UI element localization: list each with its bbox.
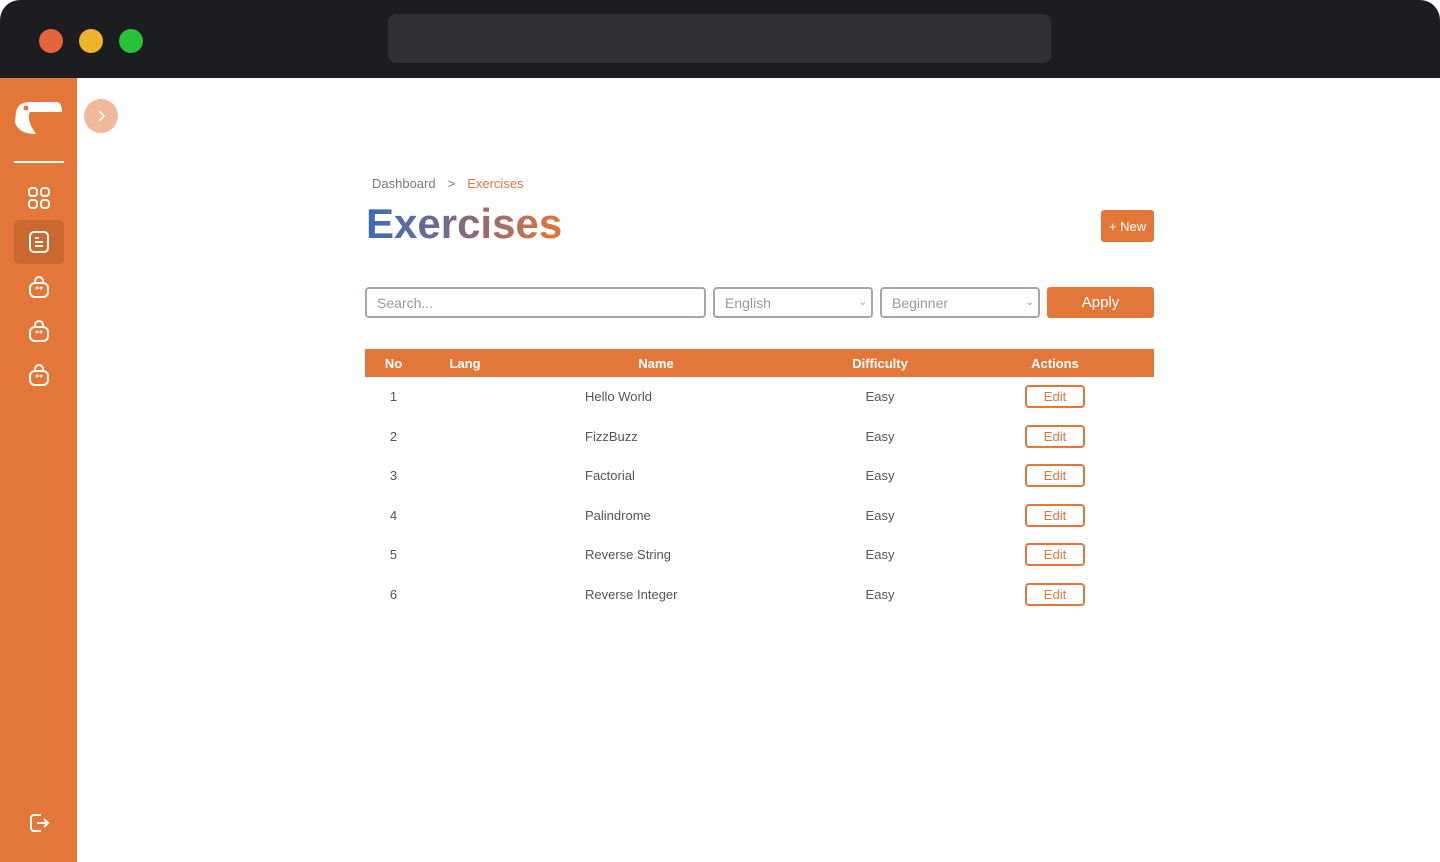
language-select[interactable]: English ⌄	[713, 287, 873, 318]
address-bar[interactable]	[388, 14, 1051, 63]
cell-difficulty: Easy	[865, 468, 895, 484]
cell-actions: Edit	[956, 575, 1154, 615]
breadcrumb-dashboard[interactable]: Dashboard	[372, 176, 436, 191]
chevron-down-icon: ⌄	[858, 297, 867, 308]
bag-icon	[29, 364, 49, 386]
cell-name: Hello World	[585, 389, 652, 405]
sidebar-expand-button[interactable]	[84, 99, 118, 133]
search-placeholder: Search...	[377, 294, 434, 311]
edit-button[interactable]: Edit	[1025, 424, 1085, 448]
logout-button[interactable]	[14, 801, 64, 845]
maximize-window-button[interactable]	[119, 29, 143, 53]
edit-button[interactable]: Edit	[1025, 543, 1085, 567]
cell-name: FizzBuzz	[585, 428, 638, 444]
cell-lang	[422, 575, 508, 615]
sidebar-item-bag-3[interactable]	[14, 353, 64, 397]
bag-icon	[29, 276, 49, 298]
cell-no: 6	[389, 586, 398, 602]
table-row: 1 Hello World Easy Edit	[365, 377, 1154, 417]
cell-name: Factorial	[585, 468, 635, 484]
sidebar-divider	[14, 161, 64, 163]
breadcrumb-separator: >	[447, 176, 456, 191]
table-row: 5 Reverse String Easy Edit	[365, 535, 1154, 575]
cell-name: Reverse String	[585, 547, 671, 563]
chevron-right-icon	[98, 110, 106, 122]
cell-name: Palindrome	[585, 507, 651, 523]
header-name: Name	[508, 349, 804, 377]
page-title: Exercises	[366, 200, 563, 247]
edit-button[interactable]: Edit	[1025, 385, 1085, 409]
table-row: 3 Factorial Easy Edit	[365, 456, 1154, 496]
cell-actions: Edit	[956, 377, 1154, 417]
cell-actions: Edit	[956, 535, 1154, 575]
search-input[interactable]: Search...	[365, 287, 706, 318]
cell-difficulty: Easy	[865, 389, 895, 405]
new-exercise-button[interactable]: + New	[1101, 210, 1154, 242]
sidebar-item-bag-1[interactable]	[14, 265, 64, 309]
cell-no: 4	[389, 507, 398, 523]
apply-button[interactable]: Apply	[1047, 287, 1154, 318]
sidebar-item-exercises[interactable]	[14, 220, 64, 264]
breadcrumb: Dashboard > Exercises	[372, 176, 524, 191]
minimize-window-button[interactable]	[79, 29, 103, 53]
table-row: 6 Reverse Integer Easy Edit	[365, 575, 1154, 615]
cell-lang	[422, 377, 508, 417]
difficulty-select[interactable]: Beginner ⌄	[880, 287, 1040, 318]
language-value: English	[725, 294, 771, 311]
document-icon	[29, 231, 49, 253]
sidebar-item-bag-2[interactable]	[14, 309, 64, 353]
cell-actions: Edit	[956, 456, 1154, 496]
cell-lang	[422, 496, 508, 536]
cell-no: 1	[389, 389, 398, 405]
chevron-down-icon: ⌄	[1025, 297, 1034, 308]
table-row: 4 Palindrome Easy Edit	[365, 496, 1154, 536]
bag-icon	[29, 320, 49, 342]
grid-icon	[28, 187, 50, 209]
header-actions: Actions	[956, 349, 1154, 377]
sidebar-item-dashboard[interactable]	[14, 176, 64, 220]
difficulty-value: Beginner	[892, 294, 949, 311]
cell-difficulty: Easy	[865, 507, 895, 523]
cell-difficulty: Easy	[865, 547, 895, 563]
cell-difficulty: Easy	[865, 586, 895, 602]
header-difficulty: Difficulty	[804, 349, 956, 377]
header-no: No	[365, 349, 422, 377]
exercises-table: No Lang Name Difficulty Actions 1 Hello …	[365, 349, 1154, 614]
cell-actions: Edit	[956, 417, 1154, 457]
breadcrumb-current: Exercises	[467, 176, 524, 191]
cell-no: 3	[389, 468, 398, 484]
table-header: No Lang Name Difficulty Actions	[365, 349, 1154, 377]
table-row: 2 FizzBuzz Easy Edit	[365, 417, 1154, 457]
toucan-logo-icon	[15, 102, 62, 134]
logout-icon	[30, 814, 50, 832]
close-window-button[interactable]	[39, 29, 63, 53]
edit-button[interactable]: Edit	[1025, 503, 1085, 527]
cell-no: 5	[389, 547, 398, 563]
cell-difficulty: Easy	[865, 428, 895, 444]
cell-lang	[422, 535, 508, 575]
cell-lang	[422, 456, 508, 496]
edit-button[interactable]: Edit	[1025, 464, 1085, 488]
sidebar	[0, 78, 77, 862]
cell-no: 2	[389, 428, 398, 444]
cell-actions: Edit	[956, 496, 1154, 536]
header-lang: Lang	[422, 349, 508, 377]
cell-name: Reverse Integer	[585, 586, 678, 602]
window-titlebar	[0, 0, 1440, 78]
cell-lang	[422, 417, 508, 457]
edit-button[interactable]: Edit	[1025, 582, 1085, 606]
